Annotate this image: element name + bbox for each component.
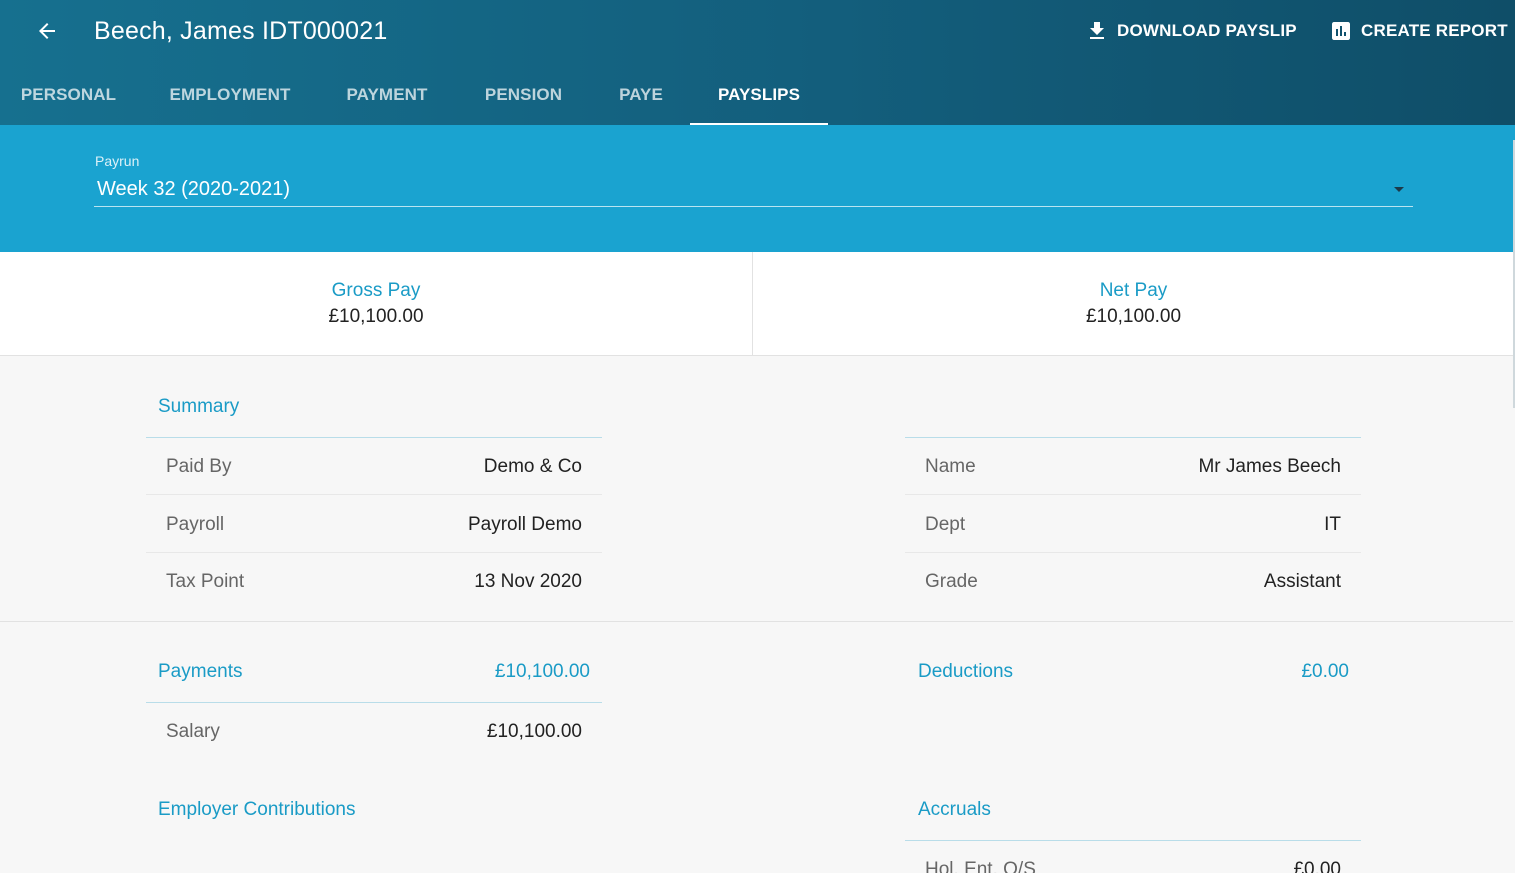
- employer-contributions-title: Employer Contributions: [158, 799, 356, 820]
- deductions-title: Deductions: [918, 661, 1014, 682]
- summary-row-paid-by: Paid By Demo & Co: [146, 438, 602, 495]
- summary-row-tax-point: Tax Point 13 Nov 2020: [146, 553, 602, 610]
- gross-pay-value: £10,100.00: [328, 306, 424, 327]
- accruals-row-hol-ent: Hol. Ent. O/S £0.00: [905, 841, 1361, 873]
- gross-pay-label: Gross Pay: [331, 280, 421, 301]
- net-pay-label: Net Pay: [1099, 280, 1168, 301]
- payments-title: Payments: [158, 661, 243, 682]
- page-title: Beech, James IDT000021: [94, 17, 388, 45]
- payments-total: £10,100.00: [494, 661, 590, 682]
- row-value: £0.00: [1293, 859, 1341, 873]
- tab-employment[interactable]: EMPLOYMENT: [137, 65, 323, 125]
- download-payslip-button[interactable]: DOWNLOAD PAYSLIP: [1085, 16, 1297, 46]
- summary-row-name: Name Mr James Beech: [905, 438, 1361, 495]
- tab-personal[interactable]: PERSONAL: [0, 65, 137, 125]
- download-icon: [1090, 22, 1104, 39]
- gross-pay-card: Gross Pay £10,100.00: [0, 252, 753, 356]
- payrun-label: Payrun: [95, 153, 140, 169]
- row-label: Dept: [925, 514, 966, 535]
- row-label: Hol. Ent. O/S: [925, 859, 1036, 873]
- tab-payslips[interactable]: PAYSLIPS: [690, 65, 828, 125]
- row-value: Mr James Beech: [1198, 456, 1341, 477]
- payrun-section: Payrun Week 32 (2020-2021): [0, 125, 1515, 252]
- tab-bar: PERSONAL EMPLOYMENT PAYMENT PENSION PAYE…: [0, 65, 860, 125]
- arrow-back-icon: [39, 23, 55, 39]
- totals-panel: Gross Pay £10,100.00 Net Pay £10,100.00: [0, 252, 1513, 356]
- row-value: Demo & Co: [483, 456, 582, 477]
- row-value: Payroll Demo: [467, 514, 582, 535]
- row-value: IT: [1324, 514, 1341, 535]
- row-label: Paid By: [166, 456, 232, 477]
- deductions-total: £0.00: [1301, 661, 1349, 682]
- row-label: Salary: [166, 721, 220, 742]
- back-button[interactable]: [30, 14, 64, 48]
- create-report-label: CREATE REPORT: [1361, 21, 1508, 40]
- payments-row-salary: Salary £10,100.00: [146, 703, 602, 760]
- summary-row-grade: Grade Assistant: [905, 553, 1361, 610]
- payrun-value: Week 32 (2020-2021): [97, 178, 291, 200]
- tab-pension[interactable]: PENSION: [451, 65, 596, 125]
- summary-row-payroll: Payroll Payroll Demo: [146, 496, 602, 553]
- row-value: Assistant: [1263, 571, 1341, 592]
- download-payslip-label: DOWNLOAD PAYSLIP: [1117, 21, 1297, 40]
- accruals-title: Accruals: [918, 799, 991, 820]
- tab-payment[interactable]: PAYMENT: [323, 65, 451, 125]
- row-label: Name: [925, 456, 976, 477]
- bar-chart-icon: [1332, 22, 1350, 40]
- row-label: Grade: [925, 571, 978, 592]
- summary-title: Summary: [158, 396, 240, 417]
- net-pay-card: Net Pay £10,100.00: [754, 252, 1513, 356]
- row-label: Payroll: [166, 514, 225, 535]
- app-bar: Beech, James IDT000021 DOWNLOAD PAYSLIP …: [0, 0, 1515, 125]
- row-value: £10,100.00: [486, 721, 582, 742]
- tab-paye[interactable]: PAYE: [596, 65, 686, 125]
- section-divider: [0, 621, 1513, 622]
- create-report-button[interactable]: CREATE REPORT: [1329, 16, 1508, 46]
- caret-down-icon: [1394, 187, 1404, 192]
- payrun-select[interactable]: Week 32 (2020-2021): [94, 175, 1413, 207]
- row-value: 13 Nov 2020: [474, 571, 582, 592]
- net-pay-value: £10,100.00: [1085, 306, 1182, 327]
- summary-row-dept: Dept IT: [905, 496, 1361, 553]
- row-label: Tax Point: [166, 571, 245, 592]
